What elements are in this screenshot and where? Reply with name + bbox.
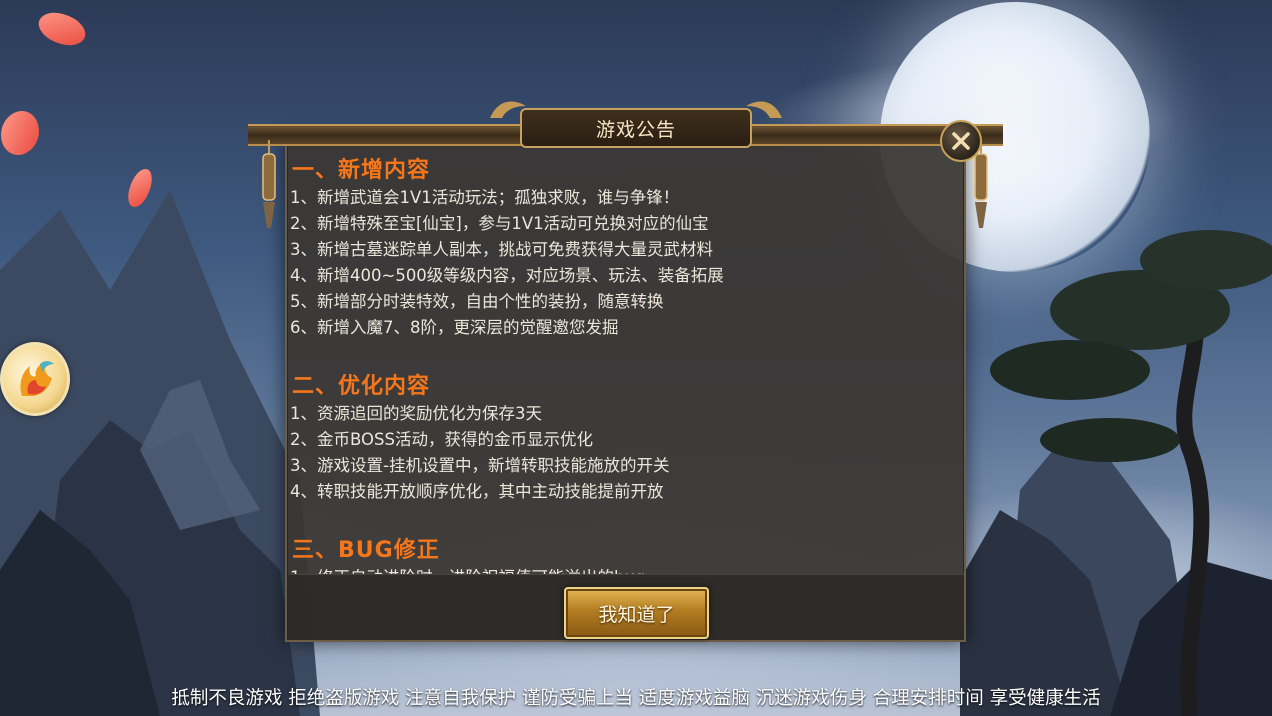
list-item: 3、游戏设置-挂机设置中，新增转职技能施放的开关 (290, 456, 670, 475)
health-notice: 抵制不良游戏 拒绝盗版游戏 注意自我保护 谨防受骗上当 适度游戏益脑 沉迷游戏伤… (171, 688, 1101, 709)
list-item: 1、新增武道会1V1活动玩法；孤独求败，谁与争锋！ (290, 188, 680, 207)
acknowledge-button[interactable]: 我知道了 (564, 587, 709, 639)
section-title: 二、优化内容 (292, 374, 431, 399)
hand-flame-icon (20, 361, 54, 396)
list-item: 2、新增特殊至宝[仙宝]，参与1V1活动可兑换对应的仙宝 (290, 214, 709, 233)
petal (33, 4, 91, 54)
right-mountains (960, 230, 1272, 716)
list-item: 3、新增古墓迷踪单人副本，挑战可免费获得大量灵武材料 (290, 240, 713, 259)
announcement-content[interactable]: 一、新增内容 1、新增武道会1V1活动玩法；孤独求败，谁与争锋！ 2、新增特殊至… (290, 146, 962, 574)
list-item: 6、新增入魔7、8阶，更深层的觉醒邀您发掘 (290, 318, 619, 337)
left-mountains (0, 190, 320, 716)
list-item: 4、转职技能开放顺序优化，其中主动技能提前开放 (290, 482, 664, 501)
activity-float-icon[interactable] (0, 342, 70, 416)
list-item: 1、资源追回的奖励优化为保存3天 (290, 404, 542, 423)
list-item: 5、新增部分时装特效，自由个性的装扮，随意转换 (290, 292, 664, 311)
list-item: 2、金币BOSS活动，获得的金币显示优化 (290, 430, 593, 449)
acknowledge-button-label: 我知道了 (598, 603, 675, 626)
dialog-title: 游戏公告 (595, 118, 676, 141)
pendant-left-icon (262, 140, 276, 228)
section-title: 一、新增内容 (292, 158, 431, 183)
section-title: 三、BUG修正 (292, 538, 440, 563)
list-item: 1、修正自动进阶时，进阶祝福值可能溢出的bug (290, 564, 645, 574)
dialog-title-plate: 游戏公告 (520, 108, 752, 148)
list-item: 4、新增400~500级等级内容，对应场景、玩法、装备拓展 (290, 266, 724, 285)
